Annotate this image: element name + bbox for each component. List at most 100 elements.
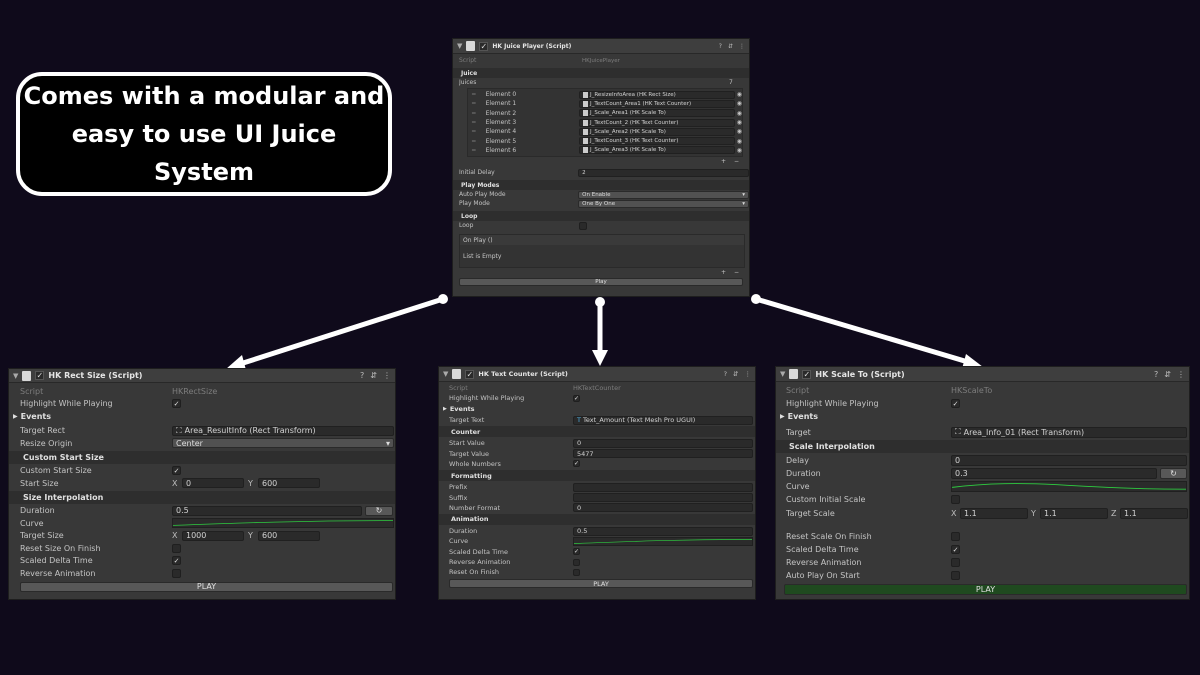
fold-arrow-icon[interactable]: ▼ [13, 372, 18, 380]
prefix-field[interactable] [573, 482, 753, 492]
object-picker-icon[interactable]: ◉ [737, 147, 742, 154]
play-button[interactable]: PLAY [449, 579, 753, 589]
juice-element-row[interactable]: ═ Element 4 J_Scale_Area2 (HK Scale To) ◉ [468, 127, 742, 136]
events-foldout[interactable]: ▶ Events [776, 410, 1189, 423]
target-scale-z-field[interactable]: 1.1 [1120, 507, 1188, 519]
rect-size-header[interactable]: ▼ ✓ HK Rect Size (Script) ? ⇵ ⋮ [9, 369, 395, 383]
juices-list-header[interactable]: Juices 7 [453, 78, 749, 87]
target-scale-x-field[interactable]: 1.1 [960, 507, 1028, 519]
preset-icon[interactable]: ⇵ [733, 370, 738, 378]
play-button[interactable]: PLAY [20, 581, 393, 592]
loop-checkbox[interactable] [579, 221, 587, 230]
target-rect-field[interactable]: ⛶ Area_ResultInfo (Rect Transform) [172, 425, 394, 436]
start-size-y-field[interactable]: 600 [258, 478, 320, 489]
element-field[interactable]: J_Scale_Area2 (HK Scale To) [578, 127, 735, 136]
juice-player-header[interactable]: ▼ ✓ HK Juice Player (Script) ? ⇵ ⋮ [453, 39, 749, 54]
drag-handle-icon[interactable]: ═ [472, 138, 486, 145]
reset-on-finish-checkbox[interactable] [573, 568, 580, 576]
object-picker-icon[interactable]: ◉ [737, 138, 742, 145]
menu-icon[interactable]: ⋮ [383, 371, 391, 380]
juice-element-row[interactable]: ═ Element 0 J_ResizeInfoArea (HK Rect Size… [468, 90, 742, 99]
events-foldout[interactable]: ▶ Events [439, 404, 755, 414]
menu-icon[interactable]: ⋮ [739, 43, 745, 50]
start-value-field[interactable]: 0 [573, 438, 753, 448]
enabled-checkbox[interactable]: ✓ [479, 41, 489, 51]
object-picker-icon[interactable]: ◉ [737, 128, 742, 135]
target-scale-y-field[interactable]: 1.1 [1040, 507, 1108, 519]
element-field[interactable]: J_ResizeInfoArea (HK Rect Size) [578, 90, 735, 99]
number-format-field[interactable]: 0 [573, 503, 753, 513]
reset-scale-checkbox[interactable] [951, 531, 960, 541]
enabled-checkbox[interactable]: ✓ [465, 369, 475, 379]
menu-icon[interactable]: ⋮ [745, 370, 752, 378]
element-field[interactable]: J_TextCount_3 (HK Text Counter) [578, 137, 735, 146]
reset-duration-button[interactable]: ↻ [1160, 468, 1187, 480]
fold-arrow-icon[interactable]: ▼ [780, 370, 785, 378]
help-icon[interactable]: ? [1154, 370, 1158, 379]
enabled-checkbox[interactable]: ✓ [35, 371, 45, 380]
highlight-checkbox[interactable]: ✓ [172, 399, 181, 409]
target-text-field[interactable]: T Text_Amount (Text Mesh Pro UGUI) [573, 415, 753, 425]
remove-event-button[interactable]: − [734, 269, 739, 276]
highlight-checkbox[interactable]: ✓ [951, 399, 960, 409]
custom-start-size-checkbox[interactable]: ✓ [172, 466, 181, 476]
juice-element-row[interactable]: ═ Element 3 J_TextCount_2 (HK Text Counter… [468, 118, 742, 127]
scaled-delta-checkbox[interactable]: ✓ [573, 548, 580, 556]
remove-element-button[interactable]: − [734, 158, 739, 165]
help-icon[interactable]: ? [360, 371, 364, 380]
custom-initial-scale-checkbox[interactable] [951, 495, 960, 505]
auto-play-mode-dropdown[interactable]: On Enable ▾ [578, 190, 749, 199]
fold-arrow-icon[interactable]: ▼ [457, 42, 462, 50]
object-picker-icon[interactable]: ◉ [737, 110, 742, 117]
delay-field[interactable]: 0 [951, 454, 1187, 466]
juice-element-row[interactable]: ═ Element 6 J_Scale_Area3 (HK Scale To) ◉ [468, 146, 742, 155]
whole-numbers-checkbox[interactable]: ✓ [573, 460, 580, 468]
help-icon[interactable]: ? [719, 43, 722, 50]
drag-handle-icon[interactable]: ═ [472, 110, 486, 117]
drag-handle-icon[interactable]: ═ [472, 128, 486, 135]
curve-field[interactable] [573, 536, 753, 546]
reset-size-checkbox[interactable] [172, 543, 181, 553]
enabled-checkbox[interactable]: ✓ [802, 369, 812, 379]
juice-element-row[interactable]: ═ Element 2 J_Scale_Area1 (HK Scale To) ◉ [468, 109, 742, 118]
reverse-animation-checkbox[interactable] [172, 568, 181, 578]
suffix-field[interactable] [573, 493, 753, 503]
element-field[interactable]: J_TextCount_2 (HK Text Counter) [578, 118, 735, 127]
highlight-checkbox[interactable]: ✓ [573, 394, 580, 402]
juice-element-row[interactable]: ═ Element 1 J_TextCount_Area1 (HK Text Cou… [468, 99, 742, 108]
preset-icon[interactable]: ⇵ [370, 371, 377, 380]
target-size-x-field[interactable]: 1000 [182, 530, 244, 541]
play-button[interactable]: PLAY [784, 584, 1187, 596]
play-button[interactable]: Play [459, 278, 743, 287]
text-counter-header[interactable]: ▼ ✓ HK Text Counter (Script) ? ⇵ ⋮ [439, 367, 755, 382]
element-field[interactable]: J_TextCount_Area1 (HK Text Counter) [578, 99, 735, 108]
scaled-delta-checkbox[interactable]: ✓ [951, 544, 960, 554]
curve-field[interactable] [951, 481, 1187, 493]
drag-handle-icon[interactable]: ═ [472, 147, 486, 154]
start-size-x-field[interactable]: 0 [182, 478, 244, 489]
target-size-y-field[interactable]: 600 [258, 530, 320, 541]
juice-element-row[interactable]: ═ Element 5 J_TextCount_3 (HK Text Counter… [468, 136, 742, 146]
scaled-delta-checkbox[interactable]: ✓ [172, 556, 181, 566]
target-field[interactable]: ⛶ Area_Info_01 (Rect Transform) [951, 426, 1187, 438]
object-picker-icon[interactable]: ◉ [737, 91, 742, 98]
drag-handle-icon[interactable]: ═ [472, 91, 486, 98]
drag-handle-icon[interactable]: ═ [472, 100, 486, 107]
duration-field[interactable]: 0.3 [951, 468, 1157, 480]
juices-count[interactable]: 7 [729, 79, 733, 86]
object-picker-icon[interactable]: ◉ [737, 100, 742, 107]
reverse-animation-checkbox[interactable] [573, 558, 580, 566]
reverse-animation-checkbox[interactable] [951, 558, 960, 568]
preset-icon[interactable]: ⇵ [728, 43, 733, 50]
initial-delay-field[interactable]: 2 [578, 168, 749, 177]
events-foldout[interactable]: ▶ Events [9, 410, 395, 423]
help-icon[interactable]: ? [724, 370, 727, 378]
auto-play-on-start-checkbox[interactable] [951, 571, 960, 581]
duration-field[interactable]: 0.5 [573, 526, 753, 536]
fold-arrow-icon[interactable]: ▼ [443, 370, 448, 378]
play-mode-dropdown[interactable]: One By One ▾ [578, 199, 749, 208]
preset-icon[interactable]: ⇵ [1164, 370, 1171, 379]
menu-icon[interactable]: ⋮ [1177, 370, 1185, 379]
scale-to-header[interactable]: ▼ ✓ HK Scale To (Script) ? ⇵ ⋮ [776, 367, 1189, 382]
target-value-field[interactable]: 5477 [573, 449, 753, 459]
